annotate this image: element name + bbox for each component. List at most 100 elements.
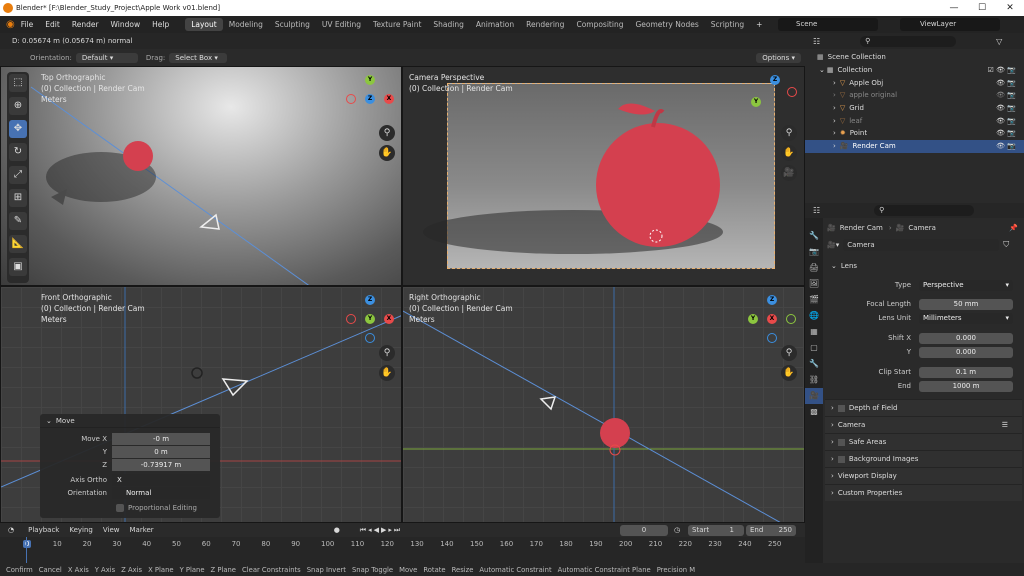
gizmo-neg-x-icon[interactable] xyxy=(787,87,797,97)
playback-menu[interactable]: Playback xyxy=(28,526,59,534)
panel-background-images[interactable]: › Background Images xyxy=(825,450,1022,467)
menu-window[interactable]: Window xyxy=(105,20,147,29)
clip-end-field[interactable]: 1000 m xyxy=(919,380,1013,392)
outliner-item-leaf[interactable]: › ▽ leaf 👁 📷 xyxy=(805,114,1024,127)
gizmo-neg-x-icon[interactable] xyxy=(346,94,356,104)
pan-hand-icon[interactable]: ✋ xyxy=(379,145,395,161)
zoom-icon[interactable]: ⚲ xyxy=(379,345,395,361)
playback-controls[interactable]: ⏮◂◀▶▸⏭ xyxy=(360,526,402,535)
dof-checkbox[interactable] xyxy=(837,404,845,412)
panel-camera[interactable]: › Camera ☰ xyxy=(825,416,1022,433)
gizmo-y-icon[interactable]: Y xyxy=(365,75,375,85)
tab-scripting[interactable]: Scripting xyxy=(705,18,750,31)
camera-data-tab-icon[interactable]: 🎥 xyxy=(805,388,823,404)
properties-search-icon[interactable]: ⚲ xyxy=(874,205,975,216)
world-tab-icon[interactable]: 🌐 xyxy=(805,308,823,324)
fake-user-shield-icon[interactable]: ⛉ xyxy=(1003,240,1009,250)
outliner-scene-collection[interactable]: ▦ Scene Collection xyxy=(805,51,1024,64)
frame-ruler[interactable]: 0 10 20 30 40 50 60 70 80 90 100 110 120 130 140 150 160… xyxy=(0,537,805,551)
tab-geometry-nodes[interactable]: Geometry Nodes xyxy=(629,18,704,31)
blender-menu-icon[interactable]: ◉ xyxy=(6,19,15,30)
scene-selector[interactable]: Scene xyxy=(778,18,878,31)
filter-icon[interactable]: ▽ xyxy=(996,37,1002,46)
view-layer-tab-icon[interactable]: 🖼 xyxy=(805,276,823,292)
gizmo-z-icon[interactable]: Z xyxy=(365,295,375,305)
timeline-editor-icon[interactable]: ◔ xyxy=(8,526,14,534)
move-z-field[interactable]: -0.73917 m xyxy=(112,458,210,471)
tab-uv-editing[interactable]: UV Editing xyxy=(316,18,367,31)
texture-tab-icon[interactable]: ▩ xyxy=(805,404,823,420)
panel-safe-areas[interactable]: › Safe Areas xyxy=(825,433,1022,450)
viewport-right-ortho[interactable]: Right Orthographic (0) Collection | Rend… xyxy=(402,286,805,523)
marker-menu[interactable]: Marker xyxy=(129,526,153,534)
scale-tool-icon[interactable]: ⤢ xyxy=(9,166,27,184)
zoom-icon[interactable]: ⚲ xyxy=(781,345,797,361)
type-dropdown[interactable]: Perspective ▾ xyxy=(919,279,1013,291)
camera-view-icon[interactable]: 🎥 xyxy=(781,165,797,181)
outliner-item-apple-obj[interactable]: › ▽ Apple Obj 👁 📷 xyxy=(805,76,1024,89)
measure-tool-icon[interactable]: 📐 xyxy=(9,235,27,253)
lens-unit-dropdown[interactable]: Millimeters ▾ xyxy=(919,312,1013,324)
current-frame-field[interactable]: 0 xyxy=(620,524,668,536)
orientation-dropdown[interactable]: Normal xyxy=(112,486,210,499)
outliner-collection[interactable]: ⌄ ▦ Collection ☑ 👁 📷 xyxy=(805,64,1024,77)
navigation-gizmo[interactable]: Y Z X xyxy=(346,75,394,123)
gizmo-z-icon[interactable]: Z xyxy=(770,75,780,85)
properties-editor-icon[interactable]: ☷ xyxy=(813,206,820,215)
tab-shading[interactable]: Shading xyxy=(427,18,469,31)
camera-datablock-icon[interactable]: 🎥▾ xyxy=(827,241,839,249)
select-box-tool-icon[interactable]: ⬚ xyxy=(9,74,27,92)
rotate-tool-icon[interactable]: ↻ xyxy=(9,143,27,161)
move-operator-panel[interactable]: ⌄ Move Move X -0 m Y 0 m Z -0.73917 m Axis … xyxy=(40,414,220,518)
shift-y-field[interactable]: 0.000 xyxy=(919,346,1013,358)
move-y-field[interactable]: 0 m xyxy=(112,445,210,458)
gizmo-x-icon[interactable]: X xyxy=(767,314,777,324)
view-menu[interactable]: View xyxy=(103,526,120,534)
gizmo-y-icon[interactable]: Y xyxy=(365,314,375,324)
keying-menu[interactable]: Keying xyxy=(69,526,93,534)
menu-file[interactable]: File xyxy=(15,20,40,29)
pan-hand-icon[interactable]: ✋ xyxy=(781,145,797,161)
panel-viewport-display[interactable]: › Viewport Display xyxy=(825,467,1022,484)
output-tab-icon[interactable]: 🖨 xyxy=(805,260,823,276)
annotate-tool-icon[interactable]: ✎ xyxy=(9,212,27,230)
zoom-icon[interactable]: ⚲ xyxy=(781,125,797,141)
list-icon[interactable]: ☰ xyxy=(1002,421,1008,429)
proportional-checkbox[interactable] xyxy=(116,503,124,512)
add-workspace-icon[interactable]: + xyxy=(750,20,768,29)
lens-panel-header[interactable]: ⌄ Lens xyxy=(825,257,1022,274)
transform-tool-icon[interactable]: ⊞ xyxy=(9,189,27,207)
record-icon[interactable]: ● xyxy=(334,526,340,534)
tab-modeling[interactable]: Modeling xyxy=(223,18,269,31)
navigation-gizmo[interactable]: Z Y X xyxy=(346,295,394,343)
tab-sculpting[interactable]: Sculpting xyxy=(269,18,316,31)
tab-animation[interactable]: Animation xyxy=(470,18,520,31)
outliner-item-point[interactable]: › ✹ Point 👁 📷 xyxy=(805,127,1024,140)
tab-layout[interactable]: Layout xyxy=(185,18,223,31)
cursor-tool-icon[interactable]: ⊕ xyxy=(9,97,27,115)
panel-custom-properties[interactable]: › Custom Properties xyxy=(825,484,1022,501)
minimize-button[interactable]: — xyxy=(940,0,968,16)
gizmo-y-icon[interactable]: Y xyxy=(751,97,761,107)
close-button[interactable]: ✕ xyxy=(996,0,1024,16)
options-dropdown[interactable]: Options ▾ xyxy=(756,52,801,63)
drag-dropdown[interactable]: Select Box ▾ xyxy=(169,52,228,63)
constraints-tab-icon[interactable]: ⛓ xyxy=(805,372,823,388)
viewport-camera[interactable]: Camera Perspective (0) Collection | Rend… xyxy=(402,66,805,286)
pin-icon[interactable]: 📌 xyxy=(1009,224,1018,232)
panel-depth-of-field[interactable]: › Depth of Field xyxy=(825,399,1022,416)
orientation-dropdown[interactable]: Default ▾ xyxy=(75,52,138,63)
gizmo-neg-z-icon[interactable] xyxy=(767,333,777,343)
focal-length-field[interactable]: 50 mm xyxy=(919,298,1013,310)
camera-name-field[interactable]: Camera xyxy=(843,239,1000,251)
navigation-gizmo[interactable]: Z Y X xyxy=(748,295,796,343)
outliner-item-grid[interactable]: › ▽ Grid 👁 📷 xyxy=(805,102,1024,115)
viewport-top-ortho[interactable]: Top Orthographic (0) Collection | Render… xyxy=(0,66,402,286)
gizmo-x-icon[interactable]: X xyxy=(384,314,394,324)
outliner-editor-icon[interactable]: ☷ xyxy=(813,37,820,46)
gizmo-z-icon[interactable]: Z xyxy=(365,94,375,104)
add-cube-tool-icon[interactable]: ▣ xyxy=(9,258,27,276)
gizmo-neg-z-icon[interactable] xyxy=(365,333,375,343)
outliner-item-render-cam[interactable]: › 🎥 Render Cam 👁 📷 xyxy=(805,139,1024,153)
clip-start-field[interactable]: 0.1 m xyxy=(919,366,1013,378)
